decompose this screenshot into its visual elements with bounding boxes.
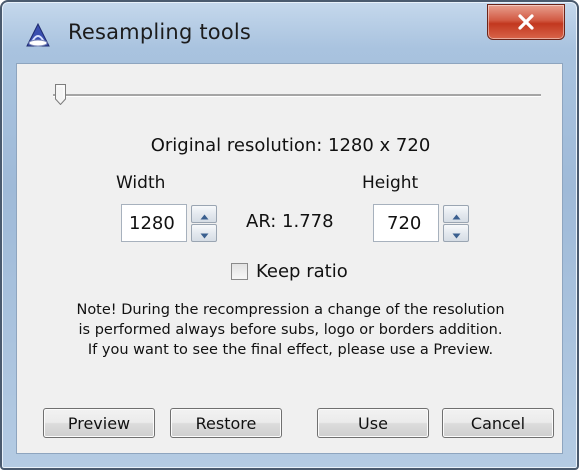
width-label: Width xyxy=(116,173,166,193)
note-line-3: If you want to see the final effect, ple… xyxy=(87,342,494,358)
height-spin-buttons[interactable] xyxy=(443,205,469,243)
cancel-button[interactable]: Cancel xyxy=(442,408,554,438)
keep-ratio-label: Keep ratio xyxy=(256,260,348,282)
arrow-down-icon xyxy=(200,224,209,243)
title-bar[interactable]: Resampling tools xyxy=(2,2,577,62)
width-input[interactable]: 1280 xyxy=(121,204,187,242)
keep-ratio-checkbox[interactable]: Keep ratio xyxy=(231,260,348,282)
checkbox-box[interactable] xyxy=(231,262,248,280)
height-label: Height xyxy=(362,173,419,193)
note-text: Note! During the recompression a change … xyxy=(27,300,554,360)
width-increment-button[interactable] xyxy=(191,205,217,223)
app-logo-icon xyxy=(24,22,52,48)
close-icon xyxy=(517,14,535,30)
note-line-2: is performed always before subs, logo or… xyxy=(78,322,503,338)
restore-button[interactable]: Restore xyxy=(170,408,282,438)
aspect-ratio-text: AR: 1.778 xyxy=(246,211,334,232)
width-decrement-button[interactable] xyxy=(191,224,217,242)
arrow-up-icon xyxy=(452,205,461,224)
width-spin-buttons[interactable] xyxy=(191,205,217,243)
preview-button[interactable]: Preview xyxy=(43,408,155,438)
width-spinner[interactable]: 1280 xyxy=(121,204,223,244)
resolution-slider[interactable] xyxy=(53,84,541,106)
window-title: Resampling tools xyxy=(68,20,252,44)
slider-thumb[interactable] xyxy=(55,84,66,106)
height-increment-button[interactable] xyxy=(443,205,469,223)
arrow-down-icon xyxy=(452,224,461,243)
resampling-tools-window: Resampling tools Original resolution: 12… xyxy=(0,0,579,470)
original-resolution-text: Original resolution: 1280 x 720 xyxy=(150,135,431,156)
use-button[interactable]: Use xyxy=(317,408,429,438)
close-button[interactable] xyxy=(487,4,565,40)
height-input[interactable]: 720 xyxy=(373,204,439,242)
dialog-body: Original resolution: 1280 x 720 Width He… xyxy=(16,63,563,454)
slider-track[interactable] xyxy=(53,94,541,97)
note-line-1: Note! During the recompression a change … xyxy=(76,302,505,318)
height-decrement-button[interactable] xyxy=(443,224,469,242)
arrow-up-icon xyxy=(200,205,209,224)
height-spinner[interactable]: 720 xyxy=(373,204,475,244)
